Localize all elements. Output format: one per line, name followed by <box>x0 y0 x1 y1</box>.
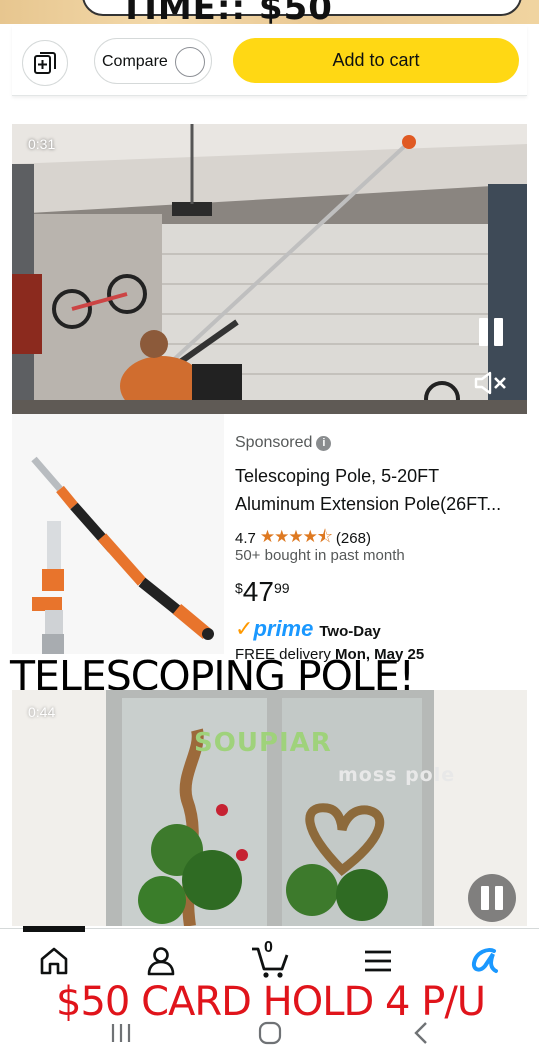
product-image[interactable] <box>12 414 224 654</box>
sponsored-text: Sponsored <box>235 434 313 451</box>
sponsored-label[interactable]: Sponsored i <box>235 434 332 452</box>
price-whole: 47 <box>242 576 274 607</box>
prime-logo: prime <box>253 616 314 641</box>
pause-button[interactable] <box>473 314 509 350</box>
home-system-button[interactable] <box>255 1018 285 1048</box>
product-video-2[interactable]: 0:44 SOUPIAR moss pole <box>12 690 527 926</box>
account-icon <box>147 947 175 976</box>
moss-pole-video-frame <box>12 690 527 926</box>
rufus-icon <box>471 948 498 973</box>
compare-label: Compare <box>102 53 168 70</box>
video-brand-text: SOUPIAR <box>194 728 332 758</box>
video-caption-text: moss pole <box>338 764 456 786</box>
recents-button[interactable] <box>106 1018 136 1048</box>
price-symbol: $ <box>235 580 243 596</box>
pause-button-2[interactable] <box>468 874 516 922</box>
video-duration-badge-2: 0:44 <box>28 704 56 720</box>
mute-icon[interactable] <box>473 370 509 396</box>
bought-count: 50+ bought in past month <box>235 547 405 564</box>
top-overlay-text: TIME:: $50 <box>120 0 333 24</box>
nav-rufus[interactable] <box>465 941 505 981</box>
pause-icon-2 <box>481 886 489 910</box>
prime-badge: ✓ prime Two-Day <box>235 616 381 642</box>
price: $ 47 99 <box>235 576 290 608</box>
top-banner: TIME:: $50 <box>0 0 539 24</box>
add-to-cart-button[interactable]: Add to cart <box>233 38 519 83</box>
product-video-1[interactable]: 0:31 <box>12 124 527 414</box>
product-card[interactable]: Sponsored i Telescoping Pole, 5-20FT Alu… <box>12 414 527 676</box>
price-fraction: 99 <box>273 580 290 596</box>
info-icon[interactable]: i <box>316 435 332 451</box>
cart-count: 0 <box>264 939 273 956</box>
system-nav-bar <box>0 1004 539 1061</box>
pause-icon-2-bar <box>495 886 503 910</box>
telescoping-pole-image <box>12 414 224 654</box>
back-icon <box>414 1022 427 1044</box>
compare-checkbox[interactable] <box>175 47 205 77</box>
nav-account[interactable] <box>141 941 181 981</box>
review-count: (268) <box>335 530 371 547</box>
prime-speed: Two-Day <box>319 623 381 640</box>
nav-home[interactable] <box>34 941 74 981</box>
prime-check-icon: ✓ <box>235 616 254 641</box>
garage-video-frame <box>12 124 527 414</box>
video-duration-badge: 0:31 <box>28 136 56 152</box>
nav-menu[interactable] <box>358 941 398 981</box>
home-icon <box>40 947 68 975</box>
home-circle-icon <box>258 1021 282 1045</box>
nav-cart[interactable]: 0 <box>250 939 290 981</box>
back-button[interactable] <box>406 1018 436 1048</box>
action-card: Compare Add to cart <box>12 26 527 96</box>
active-tab-indicator <box>23 926 85 932</box>
pause-icon-bar <box>494 318 503 346</box>
add-to-list-icon <box>34 52 56 74</box>
rating-value: 4.7 <box>235 530 256 547</box>
product-title[interactable]: Telescoping Pole, 5-20FT Aluminum Extens… <box>235 462 520 518</box>
menu-icon <box>365 950 391 972</box>
pause-icon <box>479 318 488 346</box>
recents-icon <box>111 1024 131 1042</box>
compare-toggle[interactable]: Compare <box>94 38 212 84</box>
add-to-list-button[interactable] <box>22 40 68 86</box>
